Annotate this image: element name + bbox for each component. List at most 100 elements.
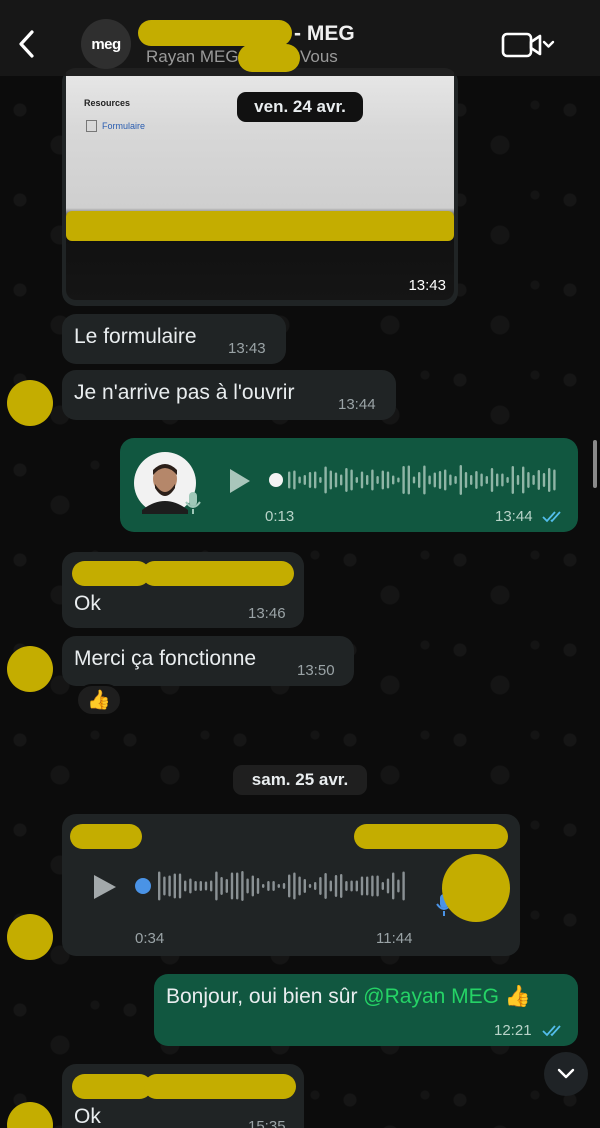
waveform-bar: [459, 465, 462, 495]
waveform-bar: [282, 883, 286, 889]
thumbs-up-icon: 👍: [87, 690, 111, 711]
waveform-bar: [340, 874, 343, 898]
waveform-bar: [516, 475, 520, 485]
waveform-bar: [319, 877, 322, 895]
chat-header: meg - MEG Rayan MEG, Vous: [0, 0, 600, 76]
waveform-bar: [350, 469, 353, 491]
message-text: Le formulaire: [74, 325, 197, 348]
date-separator: ven. 24 avr.: [237, 92, 363, 122]
scroll-to-bottom-button[interactable]: [544, 1052, 588, 1096]
play-icon: [230, 469, 250, 493]
waveform-bar: [397, 477, 400, 483]
play-button[interactable]: [224, 466, 254, 496]
waveform-bar: [402, 871, 405, 901]
waveform-bar: [314, 882, 317, 890]
waveform-bar: [496, 473, 499, 487]
waveform-bar: [480, 473, 483, 487]
waveform-bar: [522, 466, 525, 494]
waveform-bar: [355, 880, 358, 892]
waveform[interactable]: [132, 866, 422, 906]
waveform-bar: [251, 875, 254, 897]
waveform-bar: [381, 470, 384, 490]
date-separator: sam. 25 avr.: [233, 765, 367, 795]
waveform-bar: [407, 465, 410, 495]
chevron-left-icon: [19, 30, 34, 58]
voice-duration: 0:13: [265, 508, 295, 525]
waveform-bar: [324, 873, 327, 899]
message-time: 11:44: [376, 930, 413, 947]
message-text: Ok: [74, 1105, 101, 1128]
waveform-bar: [392, 872, 395, 900]
message-bubble-outgoing[interactable]: Bonjour, oui bien sûr @Rayan MEG 👍 12:21: [154, 974, 578, 1046]
message-bubble[interactable]: Ok 15:35: [62, 1064, 304, 1128]
waveform[interactable]: [266, 460, 556, 500]
redacted-sender: [70, 824, 142, 849]
waveform-bar: [256, 878, 260, 894]
waveform-bar: [168, 875, 171, 897]
scrollbar-thumb[interactable]: [593, 440, 597, 488]
redacted-member: [238, 44, 300, 72]
waveform-bar: [262, 884, 265, 888]
message-bubble[interactable]: Je n'arrive pas à l'ouvrir 13:44: [62, 370, 396, 420]
waveform-bar: [527, 472, 530, 488]
waveform-bar: [163, 876, 166, 896]
play-button[interactable]: [90, 872, 120, 902]
read-ticks-icon: [542, 511, 561, 523]
waveform-bar: [470, 475, 473, 485]
waveform-bar: [548, 468, 551, 492]
waveform-bar: [402, 466, 405, 494]
waveform-bar: [386, 878, 390, 894]
waveform-bar: [423, 465, 426, 495]
redacted-sender: [354, 824, 508, 849]
waveform-bar: [345, 468, 348, 492]
video-call-button[interactable]: [500, 28, 558, 62]
waveform-bar: [204, 881, 208, 891]
waveform-bar: [184, 880, 187, 892]
message-time: 13:43: [408, 277, 446, 294]
waveform-bar: [376, 875, 379, 897]
waveform-bar: [366, 475, 369, 485]
waveform-bar: [485, 476, 488, 484]
waveform-bar: [220, 877, 223, 895]
waveform-bar: [418, 472, 421, 488]
chat-subtitle-name[interactable]: Rayan MEG,: [146, 47, 243, 67]
waveform-bar: [433, 472, 436, 488]
waveform-bar: [173, 873, 176, 899]
chat-title[interactable]: - MEG: [294, 22, 355, 46]
voice-message-outgoing[interactable]: 0:13 13:44: [120, 438, 578, 532]
waveform-bar: [449, 474, 452, 486]
waveform-bar: [412, 476, 416, 484]
waveform-bar: [246, 878, 249, 894]
waveform-bar: [308, 884, 312, 888]
waveform-bar: [189, 878, 192, 894]
waveform-bar: [397, 879, 400, 893]
waveform-bar: [444, 469, 447, 491]
waveform-bar: [298, 876, 301, 896]
waveform-bar: [267, 881, 270, 891]
group-avatar[interactable]: meg: [81, 19, 131, 69]
reply-text: Bonjour, oui bien sûr: [166, 985, 364, 1008]
message-bubble[interactable]: Ok 13:46: [62, 552, 304, 628]
waveform-bar: [381, 882, 384, 890]
waveform-bar: [475, 471, 478, 489]
waveform-bar: [334, 472, 338, 488]
message-text: Merci ça fonctionne: [74, 647, 257, 670]
reaction-badge[interactable]: 👍: [76, 684, 122, 716]
avatar[interactable]: [7, 914, 53, 960]
waveform-bar: [324, 466, 327, 494]
chat-subtitle-you[interactable]: Vous: [300, 47, 338, 67]
voice-message-incoming[interactable]: 0:34 11:44: [62, 814, 520, 956]
mention-link[interactable]: @Rayan MEG: [363, 985, 499, 1008]
chevron-down-icon: [557, 1068, 575, 1079]
waveform-bar: [277, 884, 280, 888]
waveform-bar: [376, 476, 379, 484]
avatar[interactable]: [7, 646, 53, 692]
message-bubble[interactable]: Le formulaire 13:43: [62, 314, 286, 364]
waveform-bar: [199, 881, 202, 891]
back-button[interactable]: [12, 26, 42, 62]
waveform-bar: [360, 876, 364, 896]
waveform-bar: [438, 471, 442, 489]
avatar[interactable]: [7, 380, 53, 426]
waveform-bar: [501, 473, 504, 487]
message-bubble[interactable]: Merci ça fonctionne 13:50: [62, 636, 354, 686]
